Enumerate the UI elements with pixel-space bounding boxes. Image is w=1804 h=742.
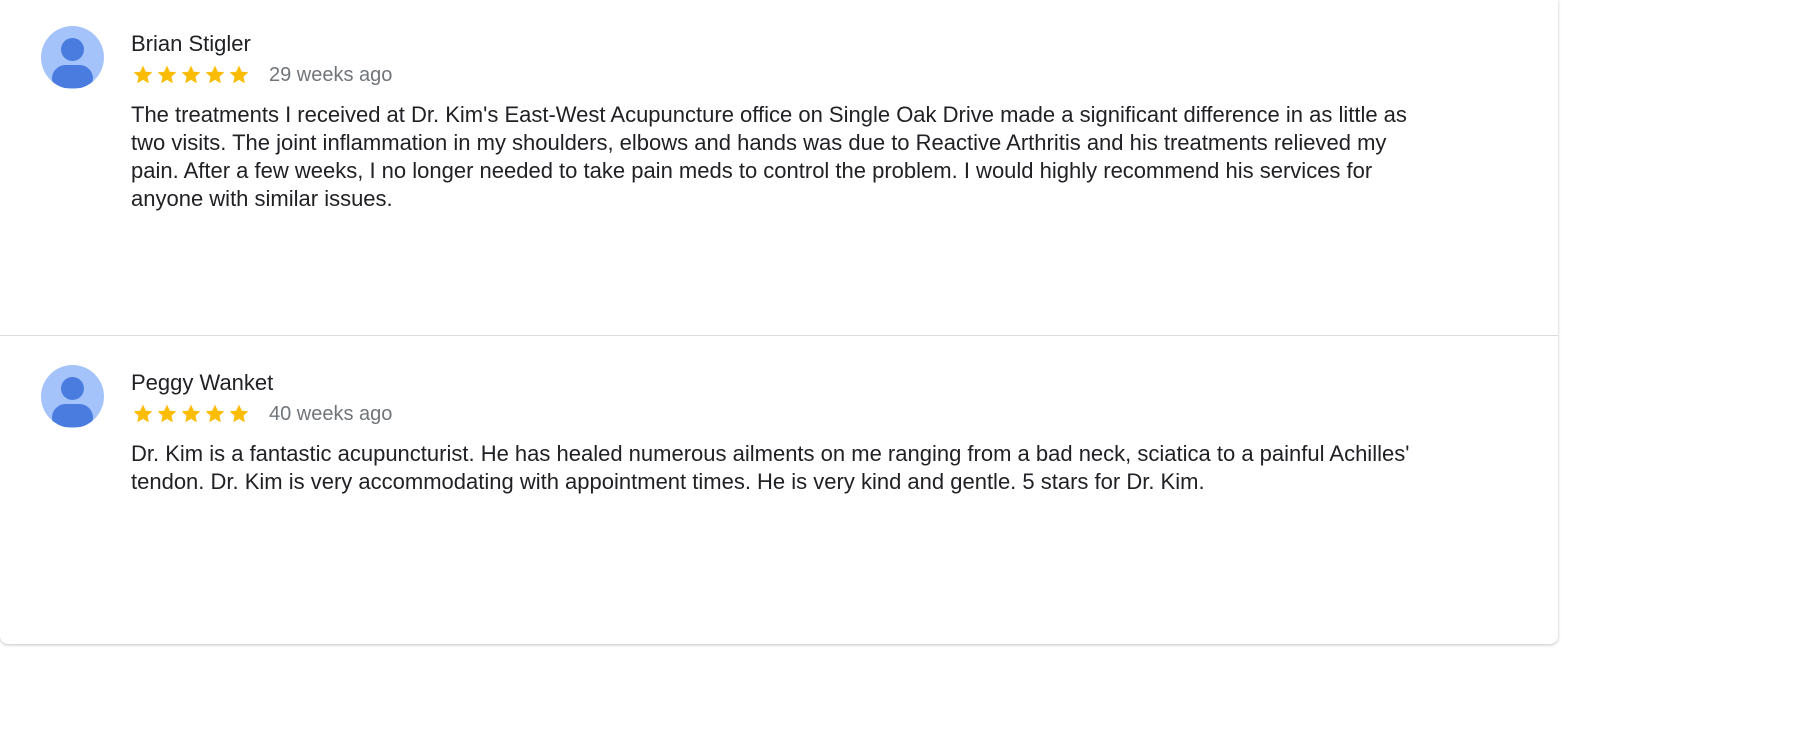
- star-rating: [131, 402, 251, 426]
- star-rating: [131, 63, 251, 87]
- star-icon: [155, 402, 179, 426]
- review-text: Dr. Kim is a fantastic acupuncturist. He…: [131, 441, 1410, 494]
- avatar-body-icon: [52, 404, 93, 427]
- review-time: 29 weeks ago: [269, 64, 393, 86]
- avatar-head-icon: [61, 38, 84, 61]
- review-item: Peggy Wanket 40 weeks ago Dr. Kim is a f…: [0, 337, 1558, 644]
- avatar[interactable]: [41, 26, 104, 89]
- star-icon: [203, 63, 227, 87]
- star-icon: [203, 402, 227, 426]
- star-icon: [131, 402, 155, 426]
- avatar-head-icon: [61, 377, 84, 400]
- reviewer-name[interactable]: Brian Stigler: [131, 30, 251, 58]
- review-text: The treatments I received at Dr. Kim's E…: [131, 102, 1407, 211]
- star-icon: [131, 63, 155, 87]
- review-item: Brian Stigler 29 weeks ago The treatment…: [0, 0, 1558, 336]
- avatar[interactable]: [41, 365, 104, 428]
- review-meta: 29 weeks ago: [131, 62, 392, 88]
- star-icon: [179, 63, 203, 87]
- star-icon: [179, 402, 203, 426]
- avatar-body-icon: [52, 65, 93, 88]
- review-time: 40 weeks ago: [269, 403, 393, 425]
- reviews-card: Brian Stigler 29 weeks ago The treatment…: [0, 0, 1558, 644]
- reviewer-name[interactable]: Peggy Wanket: [131, 369, 273, 397]
- review-meta: 40 weeks ago: [131, 401, 392, 427]
- star-icon: [227, 402, 251, 426]
- star-icon: [227, 63, 251, 87]
- star-icon: [155, 63, 179, 87]
